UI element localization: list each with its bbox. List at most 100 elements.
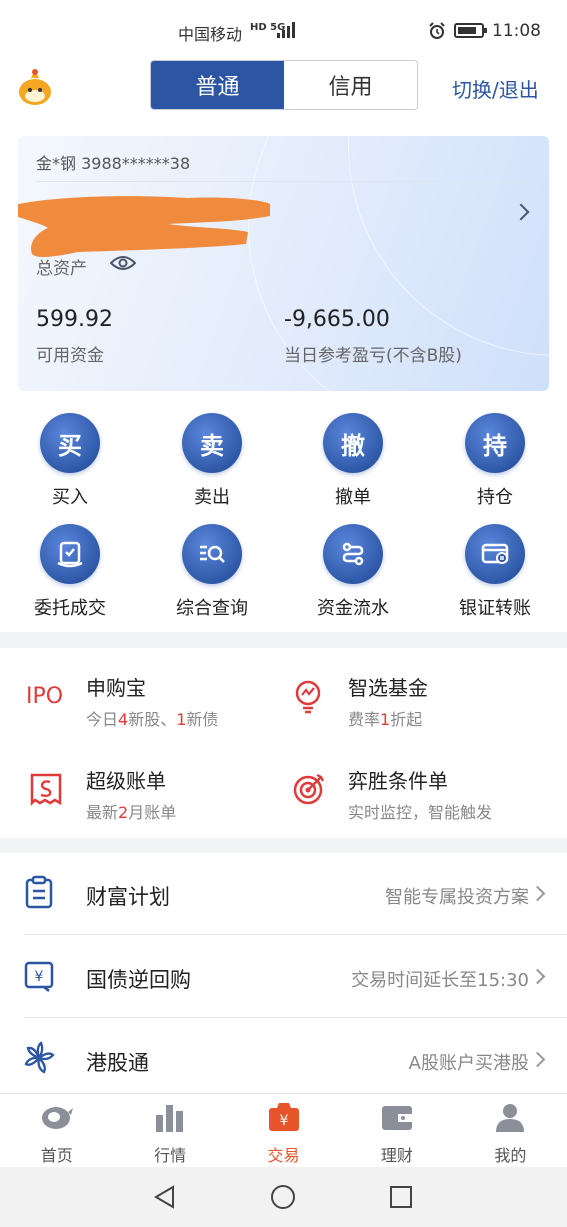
tab-me[interactable]: 我的: [454, 1094, 567, 1167]
home-icon: [41, 1107, 73, 1129]
cancel-icon: 撤: [323, 413, 383, 473]
flow-icon: [323, 524, 383, 584]
cancel-order-button[interactable]: 撤 撤单: [293, 413, 413, 509]
chevron-right-icon: [529, 1051, 546, 1068]
hk-connect-title: 港股通: [86, 1051, 149, 1075]
order-icon: [40, 524, 100, 584]
ipo-title: 申购宝: [86, 676, 146, 700]
sell-button[interactable]: 卖 卖出: [152, 413, 272, 509]
list-item-reverse-repo[interactable]: ¥ 国债逆回购 交易时间延长至15:30: [0, 936, 567, 1018]
search-list-icon: [182, 524, 242, 584]
super-bill-subtitle: 最新2月账单: [86, 803, 177, 822]
buy-label: 买入: [52, 487, 88, 508]
home-nav-icon[interactable]: [270, 1184, 296, 1210]
daily-pnl-value: -9,665.00: [284, 307, 390, 332]
tab-home[interactable]: 首页: [0, 1094, 113, 1167]
total-assets-label: 总资产: [36, 259, 87, 279]
reverse-repo-desc: 交易时间延长至15:30: [351, 970, 529, 991]
tab-home-label: 首页: [40, 1146, 73, 1165]
bill-icon: [30, 773, 62, 807]
super-bill-title: 超级账单: [86, 769, 166, 793]
feature-section: IPO 申购宝 今日4新股、1新债 智选基金 费率1折起 超级账单 最新2月账单…: [0, 648, 567, 838]
positions-button[interactable]: 持 持仓: [435, 413, 555, 509]
buy-icon: 买: [40, 413, 100, 473]
svg-text:¥: ¥: [279, 1113, 288, 1129]
status-bar: 中国移动 HD 5G 11:08: [0, 0, 567, 60]
divider: [24, 934, 567, 935]
account-type-toggle: 普通 信用: [150, 60, 418, 110]
bank-transfer-label: 银证转账: [459, 598, 531, 619]
conditional-order-item[interactable]: 弈胜条件单 实时监控，智能触发: [262, 765, 542, 845]
svg-text:¥: ¥: [35, 969, 44, 985]
positions-icon: 持: [465, 413, 525, 473]
bond-icon: ¥: [24, 961, 54, 992]
list-item-hk-connect[interactable]: 港股通 A股账户买港股: [0, 1019, 567, 1101]
card-transfer-icon: [465, 524, 525, 584]
comprehensive-query-label: 综合查询: [176, 598, 248, 619]
back-icon[interactable]: [153, 1185, 177, 1209]
tab-trade-label: 交易: [267, 1146, 300, 1165]
smart-fund-item[interactable]: 智选基金 费率1折起: [262, 672, 542, 752]
hk-connect-desc: A股账户买港股: [408, 1053, 529, 1074]
bottom-tab-bar: 首页 行情 ¥ 交易 理财 我的: [0, 1093, 567, 1167]
reverse-repo-title: 国债逆回购: [86, 968, 191, 992]
list-item-wealth-plan[interactable]: 财富计划 智能专属投资方案: [0, 853, 567, 935]
ipo-subtitle: 今日4新股、1新债: [86, 710, 219, 729]
chevron-right-icon: [529, 968, 546, 985]
switch-logout-link[interactable]: 切换/退出: [452, 74, 539, 103]
super-bill-item[interactable]: 超级账单 最新2月账单: [0, 765, 280, 845]
smart-fund-title: 智选基金: [348, 676, 428, 700]
cancel-order-label: 撤单: [335, 487, 371, 508]
user-icon: [496, 1104, 525, 1132]
carrier-name: 中国移动: [178, 25, 243, 44]
eye-icon[interactable]: [110, 253, 136, 273]
tab-normal[interactable]: 普通: [151, 61, 284, 109]
signal-icon: [277, 22, 295, 38]
fund-icon: [295, 680, 321, 714]
ipo-icon: IPO: [26, 684, 64, 709]
sell-label: 卖出: [194, 487, 230, 508]
system-nav-bar: [0, 1167, 567, 1227]
divider: [36, 181, 531, 182]
account-id: 金*钢 3988******38: [36, 154, 191, 173]
fund-flow-label: 资金流水: [317, 598, 389, 619]
tab-me-label: 我的: [494, 1146, 527, 1165]
tab-trade[interactable]: ¥ 交易: [227, 1094, 340, 1167]
clock: 11:08: [492, 21, 541, 41]
tab-market[interactable]: 行情: [113, 1094, 226, 1167]
redaction-mark: [18, 196, 270, 258]
wealth-plan-desc: 智能专属投资方案: [385, 887, 529, 908]
positions-label: 持仓: [477, 487, 513, 508]
ipo-subscribe-item[interactable]: IPO 申购宝 今日4新股、1新债: [0, 672, 280, 752]
wallet-icon: [381, 1106, 412, 1130]
account-card[interactable]: 金*钢 3988******38 总资产 599.92 可用资金 -9,665.…: [18, 136, 549, 391]
available-funds-label: 可用资金: [36, 346, 104, 366]
tab-credit[interactable]: 信用: [284, 61, 417, 109]
tab-wealth-label: 理财: [380, 1146, 413, 1165]
mascot-logo-icon[interactable]: [17, 66, 53, 106]
bauhinia-icon: [24, 1041, 55, 1074]
service-list: 财富计划 智能专属投资方案 ¥ 国债逆回购 交易时间延长至15:30 港股通 A…: [0, 853, 567, 1093]
conditional-order-subtitle: 实时监控，智能触发: [348, 803, 493, 822]
bar-chart-icon: [156, 1105, 184, 1132]
comprehensive-query-button[interactable]: 综合查询: [152, 524, 272, 620]
tab-market-label: 行情: [154, 1146, 187, 1165]
conditional-order-title: 弈胜条件单: [348, 769, 448, 793]
battery-icon: [454, 23, 487, 38]
fund-flow-button[interactable]: 资金流水: [293, 524, 413, 620]
orders-trades-label: 委托成交: [34, 598, 106, 619]
smart-fund-subtitle: 费率1折起: [348, 710, 423, 729]
available-funds-value: 599.92: [36, 307, 113, 332]
divider: [24, 1017, 567, 1018]
sell-icon: 卖: [182, 413, 242, 473]
recents-icon[interactable]: [389, 1185, 413, 1209]
tab-wealth[interactable]: 理财: [340, 1094, 453, 1167]
bank-transfer-button[interactable]: 银证转账: [435, 524, 555, 620]
chevron-right-icon: [529, 885, 546, 902]
clipboard-icon: [25, 875, 53, 909]
orders-trades-button[interactable]: 委托成交: [10, 524, 130, 620]
daily-pnl-label: 当日参考盈亏(不含B股): [284, 346, 462, 366]
wealth-plan-title: 财富计划: [86, 885, 170, 909]
buy-button[interactable]: 买 买入: [10, 413, 130, 509]
alarm-icon: [429, 22, 445, 39]
